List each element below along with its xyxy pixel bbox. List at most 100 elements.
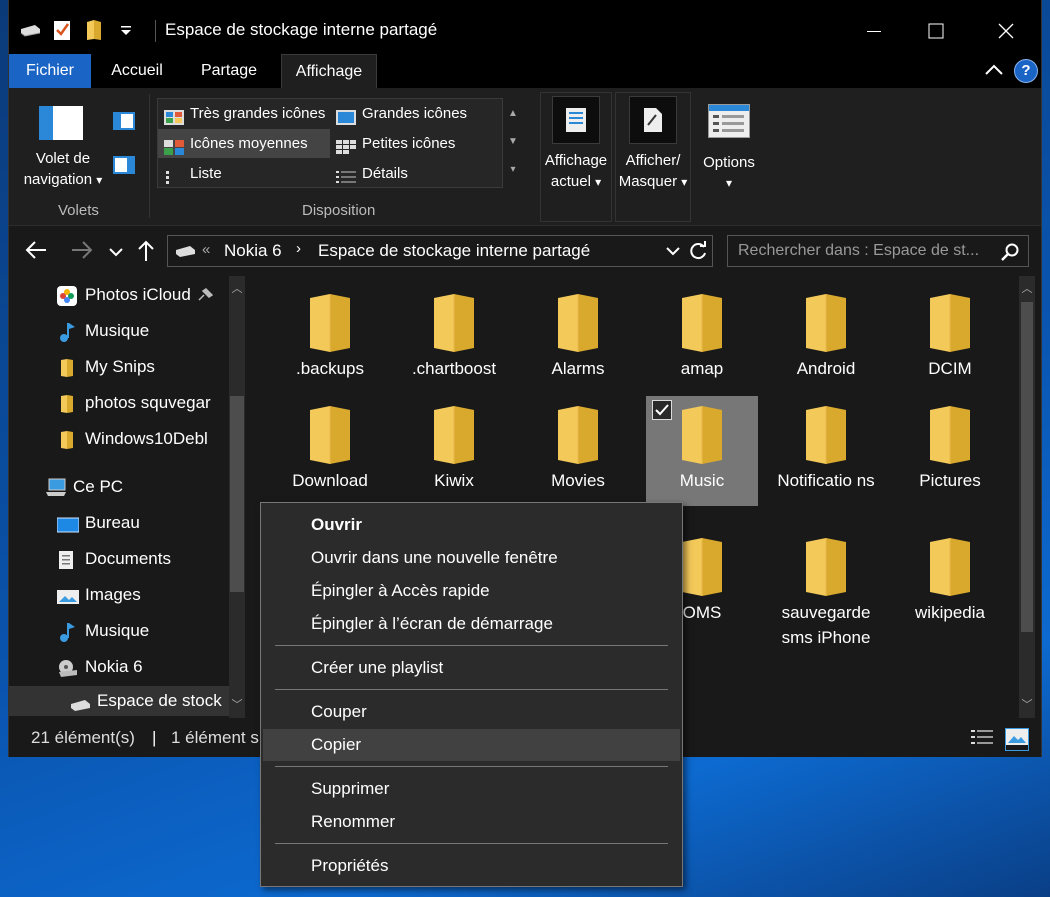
nav-item-windows10debloater[interactable]: Windows10Debl (57, 424, 208, 454)
nav-item-music-quick[interactable]: Musique (57, 316, 149, 346)
layout-details[interactable]: Détails (330, 159, 502, 188)
folder-item[interactable]: DCIM (894, 284, 1006, 381)
nav-item-desktop[interactable]: Bureau (56, 508, 140, 538)
address-dropdown-button[interactable] (666, 243, 680, 261)
menu-separator (275, 645, 668, 646)
forward-button[interactable] (71, 240, 93, 265)
content-scrollbar[interactable]: ︿ ﹀ (1019, 276, 1035, 718)
scroll-down-icon[interactable]: ﹀ (1019, 696, 1035, 712)
navpane-scrollbar[interactable]: ︿ ﹀ (229, 276, 245, 718)
search-icon[interactable] (1001, 243, 1019, 266)
drive-icon (174, 244, 196, 263)
new-folder-icon[interactable] (83, 19, 105, 41)
folder-item[interactable]: Android (770, 284, 882, 381)
refresh-button[interactable] (688, 241, 708, 266)
folder-item[interactable]: Movies (522, 396, 634, 493)
details-view-icon[interactable] (971, 728, 993, 751)
folder-item[interactable]: Pictures (894, 396, 1006, 493)
menu-item-rename[interactable]: Renommer (263, 806, 680, 838)
tab-view[interactable]: Affichage (281, 54, 377, 88)
navpane-scrollbar-thumb[interactable] (230, 396, 244, 592)
back-button[interactable] (25, 240, 47, 265)
music-icon (57, 322, 77, 342)
large-icons-view-icon[interactable] (1005, 728, 1029, 751)
folder-item[interactable]: .chartboost (398, 284, 510, 381)
menu-item-copy[interactable]: Copier (263, 729, 680, 761)
menu-item-pin-quick-access[interactable]: Épingler à Accès rapide (263, 575, 680, 607)
layout-list[interactable]: Liste (158, 159, 330, 188)
navigation-pane: Photos iCloud Musique My Snips photos sq… (9, 276, 245, 718)
tab-home[interactable]: Accueil (97, 54, 177, 88)
nav-item-this-pc[interactable]: Ce PC (45, 472, 123, 502)
content-scrollbar-thumb[interactable] (1021, 302, 1033, 632)
breadcrumb-item[interactable]: Espace de stockage interne partagé (318, 241, 590, 261)
layout-small-icons[interactable]: Petites icônes (330, 129, 502, 158)
nav-item-nokia6[interactable]: Nokia 6 (57, 652, 143, 682)
folder-item[interactable]: Notificatio ns (770, 396, 882, 493)
nav-item-my-snips[interactable]: My Snips (57, 352, 155, 382)
scroll-down-icon[interactable]: ﹀ (229, 696, 245, 712)
title-separator (155, 20, 156, 42)
menu-item-open-new-window[interactable]: Ouvrir dans une nouvelle fenêtre (263, 542, 680, 574)
options-button[interactable]: Options ▾ (697, 96, 761, 194)
navigation-pane-button[interactable]: Volet de navigation ▾ (13, 96, 113, 191)
chevron-up-icon (985, 64, 1003, 75)
folder-item[interactable]: sauvegarde sms iPhone (770, 528, 882, 650)
music-icon (57, 622, 77, 642)
maximize-button[interactable] (901, 12, 971, 50)
help-icon[interactable]: ? (1014, 59, 1038, 83)
preview-pane-icon[interactable] (113, 112, 135, 130)
folder-item[interactable]: Music (646, 396, 758, 506)
nav-item-pictures[interactable]: Images (57, 580, 141, 610)
details-pane-icon[interactable] (113, 156, 135, 174)
show-hide-button[interactable]: Afficher/ Masquer ▾ (615, 96, 691, 193)
layout-medium-icons[interactable]: Icônes moyennes (158, 129, 330, 158)
folder-icon (308, 292, 352, 354)
details-icon (336, 166, 356, 183)
scroll-up-icon[interactable]: ︿ (1019, 280, 1035, 296)
search-input[interactable]: Rechercher dans : Espace de st... (727, 235, 1029, 267)
nav-item-photos-sauvegarde[interactable]: photos squvegar (57, 388, 211, 418)
menu-item-create-playlist[interactable]: Créer une playlist (263, 652, 680, 684)
menu-item-open[interactable]: Ouvrir (263, 509, 680, 541)
small-icons-icon (336, 136, 356, 154)
breadcrumb-item[interactable]: Nokia 6 (224, 241, 282, 261)
folder-icon (804, 536, 848, 598)
nav-item-documents[interactable]: Documents (57, 544, 171, 574)
menu-item-properties[interactable]: Propriétés (263, 850, 680, 882)
close-button[interactable] (971, 12, 1041, 50)
drive-icon[interactable] (19, 19, 41, 41)
menu-item-cut[interactable]: Couper (263, 696, 680, 728)
customize-qat-icon[interactable] (115, 19, 137, 41)
folder-icon (804, 404, 848, 466)
tab-file[interactable]: Fichier (9, 54, 91, 88)
address-bar[interactable]: « Nokia 6 › Espace de stockage interne p… (167, 235, 713, 267)
layout-scroll-controls[interactable]: ▲ ▼ ▾ (506, 100, 520, 188)
up-button[interactable] (137, 240, 155, 267)
folder-item[interactable]: Kiwix (398, 396, 510, 493)
minimize-button[interactable] (839, 12, 909, 50)
recent-locations-button[interactable] (109, 244, 123, 262)
properties-icon[interactable] (51, 19, 73, 41)
nav-item-music[interactable]: Musique (57, 616, 149, 646)
layout-large-icons[interactable]: Grandes icônes (330, 99, 502, 128)
selection-checkbox[interactable] (652, 400, 672, 420)
scroll-up-icon[interactable]: ︿ (229, 280, 245, 296)
nav-item-icloud-photos[interactable]: Photos iCloud (57, 280, 191, 310)
group-label-panes: Volets (58, 202, 99, 219)
menu-item-pin-start[interactable]: Épingler à l’écran de démarrage (263, 608, 680, 640)
navigation-bar: « Nokia 6 › Espace de stockage interne p… (9, 226, 1041, 276)
layout-extra-large-icons[interactable]: Très grandes icônes (158, 99, 330, 128)
tab-share[interactable]: Partage (187, 54, 271, 88)
folder-item[interactable]: Download (274, 396, 386, 493)
menu-item-delete[interactable]: Supprimer (263, 773, 680, 805)
title-bar: Espace de stockage interne partagé (9, 0, 1041, 54)
folder-item[interactable]: .backups (274, 284, 386, 381)
folder-item[interactable]: amap (646, 284, 758, 381)
current-view-button[interactable]: Affichage actuel ▾ (540, 96, 612, 193)
folder-item[interactable]: Alarms (522, 284, 634, 381)
folder-label: Alarms (551, 359, 605, 378)
nav-item-internal-storage[interactable]: Espace de stock (9, 686, 229, 716)
collapse-ribbon-button[interactable] (985, 63, 1003, 81)
folder-item[interactable]: wikipedia (894, 528, 1006, 625)
